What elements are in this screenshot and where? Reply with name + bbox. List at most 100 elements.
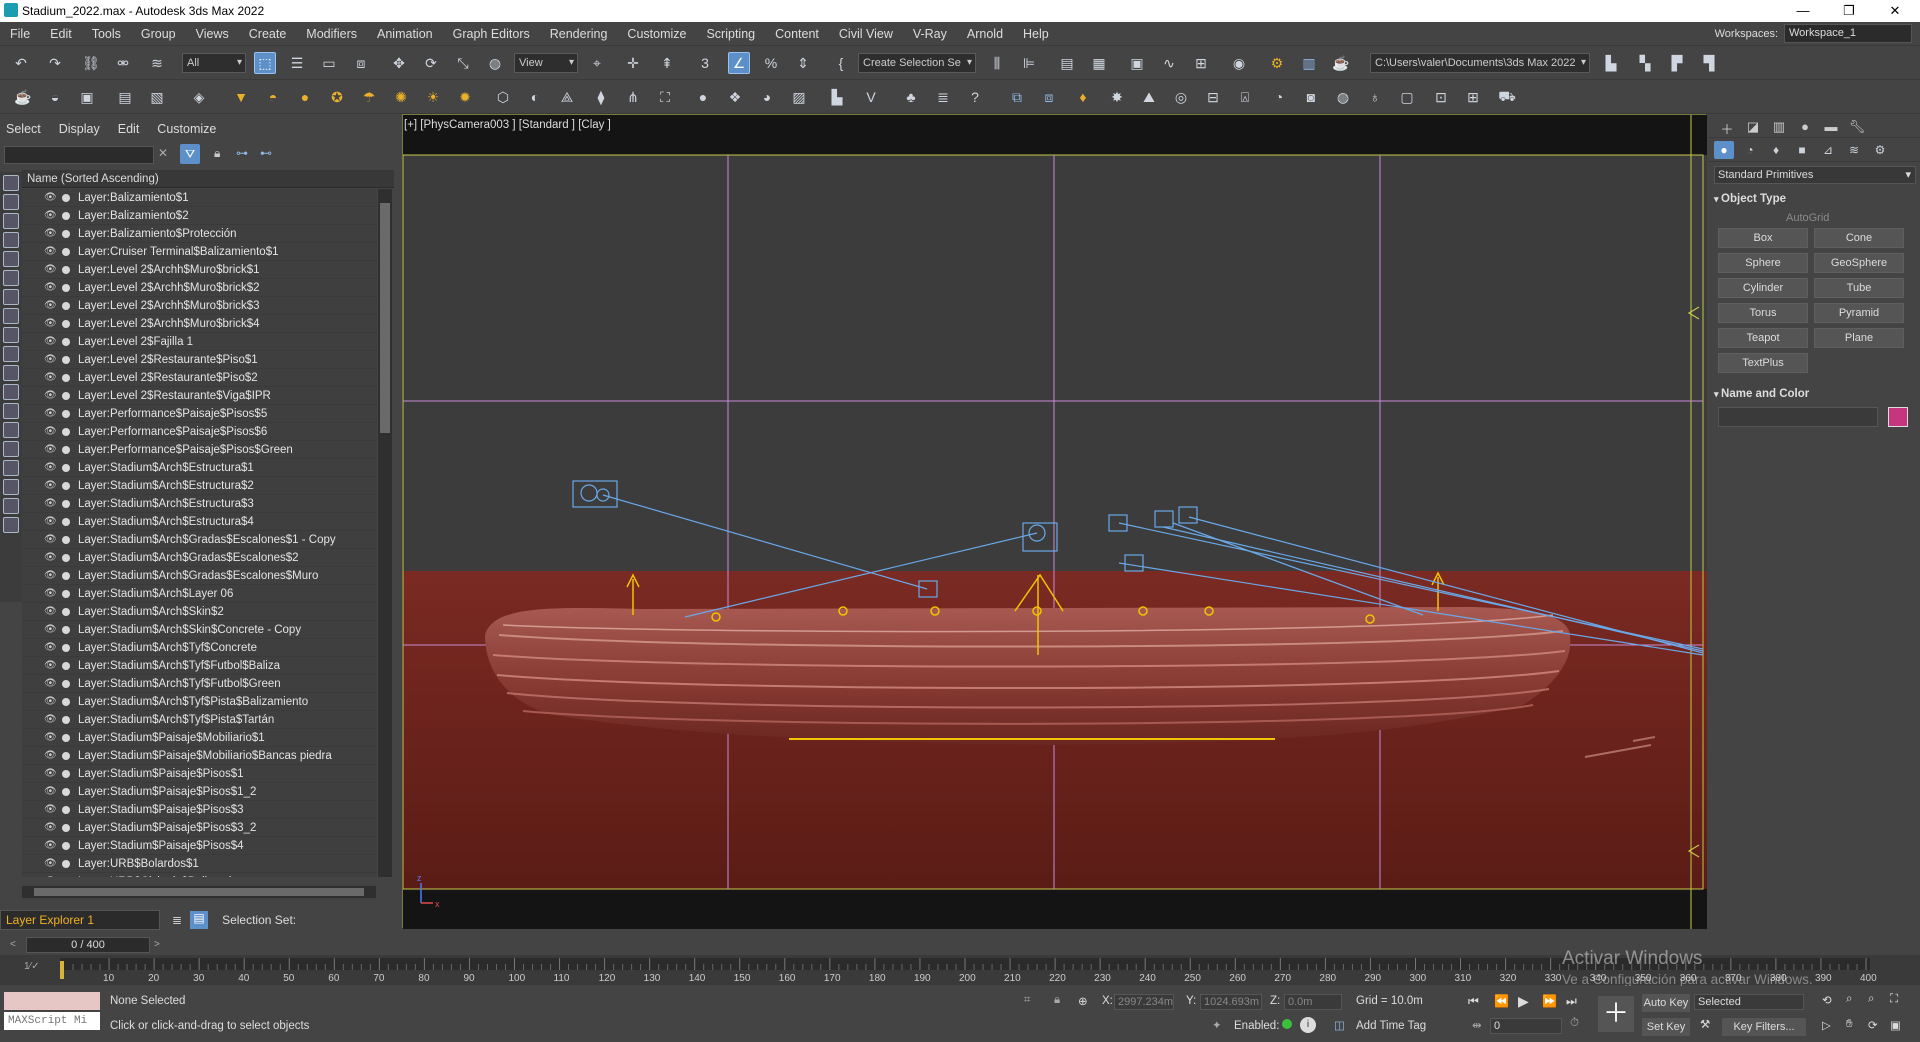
help-icon[interactable]: ? <box>964 86 986 108</box>
maximize-button[interactable]: ❐ <box>1826 0 1872 22</box>
set-key-large-icon[interactable]: ＋ <box>1598 996 1634 1032</box>
railclone-icon[interactable]: ≣ <box>932 86 954 108</box>
freeze-toggle-icon[interactable] <box>62 229 70 238</box>
menu-graph-editors[interactable]: Graph Editors <box>443 22 540 46</box>
freeze-toggle-icon[interactable] <box>62 607 70 616</box>
freeze-toggle-icon[interactable] <box>62 643 70 652</box>
layer-row[interactable]: 👁︎ Layer:Level 2$Archh$Muro$brick$1 <box>22 261 377 279</box>
vray-proxy-icon[interactable]: ⬡ <box>492 86 514 108</box>
orbit-subobject-icon[interactable]: ⟳ <box>1868 1018 1878 1032</box>
rendered-frame-window-icon[interactable]: ▥ <box>1298 52 1320 74</box>
freeze-toggle-icon[interactable] <box>62 715 70 724</box>
systems-category-icon[interactable]: ⚙ <box>1870 141 1890 159</box>
visibility-eye-icon[interactable]: 👁︎ <box>44 678 58 689</box>
add-time-tag[interactable]: Add Time Tag <box>1356 1020 1426 1032</box>
layer-row[interactable]: 👁︎ Layer:Stadium$Arch$Tyf$Pista$Balizamie… <box>22 693 377 711</box>
previous-key-icon[interactable]: ⏪ <box>1494 994 1509 1008</box>
layer-hierarchy-icon[interactable]: ⊷ <box>260 146 272 160</box>
play-icon[interactable]: ▶ <box>1518 993 1529 1010</box>
visibility-eye-icon[interactable]: 👁︎ <box>44 210 58 221</box>
freeze-toggle-icon[interactable] <box>62 571 70 580</box>
explorer-settings-icon[interactable] <box>3 517 19 533</box>
freeze-toggle-icon[interactable] <box>62 445 70 454</box>
freeze-toggle-icon[interactable] <box>62 481 70 490</box>
vray-sun-icon[interactable]: ☀ <box>422 86 444 108</box>
undo-icon[interactable]: ↶ <box>10 52 32 74</box>
layer-row[interactable]: 👁︎ Layer:Level 2$Restaurante$Piso$2 <box>22 369 377 387</box>
enabled-indicator[interactable] <box>1282 1019 1292 1029</box>
scale-icon[interactable]: ⤡ <box>452 52 474 74</box>
freeze-toggle-icon[interactable] <box>62 499 70 508</box>
pyramid-button[interactable]: Pyramid <box>1814 303 1904 323</box>
layer-row[interactable]: 👁︎ Layer:Stadium$Paisaje$Pisos$1 <box>22 765 377 783</box>
open-project-icon[interactable]: ▚ <box>1634 52 1656 74</box>
display-groups-icon[interactable] <box>3 289 19 305</box>
zoom-all-icon[interactable]: ⌕ <box>1868 993 1874 1006</box>
torus-button[interactable]: Torus <box>1718 303 1808 323</box>
object-color-swatch[interactable] <box>1888 407 1908 427</box>
layer-row[interactable]: 👁︎ Layer:Stadium$Arch$Skin$Concrete - Cop… <box>22 621 377 639</box>
layer-row[interactable]: 👁︎ Layer:Stadium$Arch$Tyf$Pista$Tartán <box>22 711 377 729</box>
time-slider[interactable]: 0 / 400 <box>26 937 150 953</box>
layer-row[interactable]: 👁︎ Layer:Stadium$Paisaje$Pisos$3 <box>22 801 377 819</box>
absolute-mode-icon[interactable]: ⊕ <box>1078 994 1088 1008</box>
menu-help[interactable]: Help <box>1013 22 1059 46</box>
geosphere-button[interactable]: GeoSphere <box>1814 253 1904 273</box>
rotate-icon[interactable]: ⟳ <box>420 52 442 74</box>
percent-snap-icon[interactable]: % <box>760 52 782 74</box>
visibility-eye-icon[interactable]: 👁︎ <box>44 714 58 725</box>
arnold-fog-icon[interactable]: ⛟ <box>1496 86 1518 108</box>
box-button[interactable]: Box <box>1718 228 1808 248</box>
visibility-eye-icon[interactable]: 👁︎ <box>44 246 58 257</box>
helpers-category-icon[interactable]: ⊿ <box>1818 141 1838 159</box>
freeze-toggle-icon[interactable] <box>62 823 70 832</box>
visibility-eye-icon[interactable]: 👁︎ <box>44 282 58 293</box>
lights-category-icon[interactable]: ♦ <box>1766 141 1786 159</box>
rectangular-selection-icon[interactable]: ▭ <box>318 52 340 74</box>
selection-set-icon[interactable]: ▤ <box>190 911 209 929</box>
menu-content[interactable]: Content <box>765 22 829 46</box>
vray-scene-converter-icon[interactable]: ▙ <box>826 86 848 108</box>
mirror-icon[interactable]: ⫼ <box>986 52 1008 74</box>
info-icon[interactable]: i <box>1300 1017 1316 1033</box>
teapot-icon[interactable]: ☕ <box>12 86 34 108</box>
cylinder-button[interactable]: Cylinder <box>1718 278 1808 298</box>
visibility-eye-icon[interactable]: 👁︎ <box>44 192 58 203</box>
render-frame-icon[interactable]: ▣ <box>76 86 98 108</box>
name-and-color-rollout[interactable]: ▾ Name and Color <box>1714 385 1916 403</box>
vray-sky-icon[interactable]: ✹ <box>454 86 476 108</box>
arnold-procedural-icon[interactable]: ◔ <box>1268 86 1290 108</box>
angle-snap-icon[interactable]: ∠ <box>728 52 750 74</box>
visibility-eye-icon[interactable]: 👁︎ <box>44 408 58 419</box>
layer-row[interactable]: 👁︎ Layer:Stadium$Arch$Tyf$Concrete <box>22 639 377 657</box>
layer-row[interactable]: 👁︎ Layer:Stadium$Paisaje$Mobiliario$Banca… <box>22 747 377 765</box>
layer-row[interactable]: 👁︎ Layer:Performance$Paisaje$Pisos$6 <box>22 423 377 441</box>
vray-plane-icon[interactable]: ⟁ <box>556 86 578 108</box>
freeze-toggle-icon[interactable] <box>62 247 70 256</box>
visibility-eye-icon[interactable]: 👁︎ <box>44 768 58 779</box>
lock-icon[interactable]: 🔒︎ <box>214 146 220 161</box>
set-key-button[interactable]: Set Key <box>1642 1018 1690 1036</box>
vray-dome-light-icon[interactable]: ◓ <box>262 86 284 108</box>
orbit-icon[interactable]: ⟲ <box>1822 993 1832 1007</box>
visibility-eye-icon[interactable]: 👁︎ <box>44 876 58 877</box>
menu-rendering[interactable]: Rendering <box>540 22 618 46</box>
freeze-toggle-icon[interactable] <box>62 517 70 526</box>
freeze-toggle-icon[interactable] <box>62 427 70 436</box>
layer-row[interactable]: 👁︎ Layer:URB$Ciclovía$Balizamiento <box>22 873 377 878</box>
visibility-eye-icon[interactable]: 👁︎ <box>44 462 58 473</box>
visibility-eye-icon[interactable]: 👁︎ <box>44 858 58 869</box>
vray-ies-light-icon[interactable]: ✪ <box>326 86 348 108</box>
layer-row[interactable]: 👁︎ Layer:Balizamiento$1 <box>22 189 377 207</box>
layer-row[interactable]: 👁︎ Layer:Stadium$Arch$Estructura$3 <box>22 495 377 513</box>
layer-stack-icon[interactable]: ≣ <box>172 913 182 927</box>
object-type-rollout[interactable]: ▾ Object Type <box>1714 190 1916 208</box>
project-folder-icon[interactable]: ▙ <box>1600 52 1622 74</box>
selected-key-filter-dropdown[interactable]: Selected <box>1694 994 1804 1010</box>
toggle-scene-explorer-icon[interactable]: ▤ <box>1056 52 1078 74</box>
menu-animation[interactable]: Animation <box>367 22 443 46</box>
arnold-light-icon[interactable]: ♦ <box>1072 86 1094 108</box>
layer-row[interactable]: 👁︎ Layer:Level 2$Restaurante$Viga$IPR <box>22 387 377 405</box>
visibility-eye-icon[interactable]: 👁︎ <box>44 372 58 383</box>
freeze-toggle-icon[interactable] <box>62 859 70 868</box>
